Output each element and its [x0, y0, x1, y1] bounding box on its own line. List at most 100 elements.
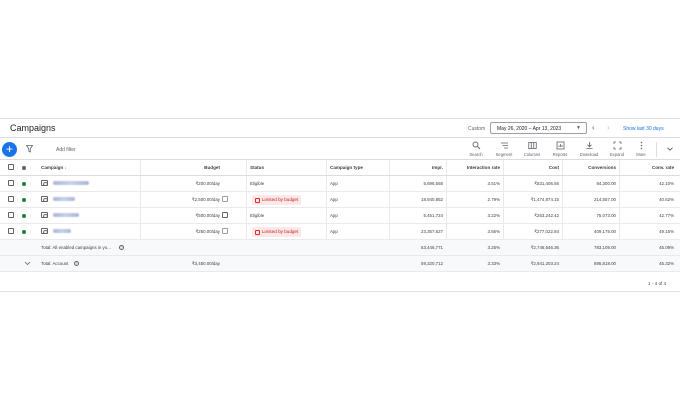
dropdown-caret-icon: ▼: [576, 125, 581, 131]
reports-tool-button[interactable]: Reports: [548, 141, 572, 159]
columns-tool-label: Columns: [523, 152, 541, 157]
add-filter-input[interactable]: Add filter: [56, 147, 76, 153]
total-impr-cell: 53,446,771: [421, 245, 443, 250]
reports-tool-label: Reports: [552, 152, 568, 157]
segment-icon: [500, 142, 508, 149]
column-header-status[interactable]: Status: [250, 165, 264, 170]
more-vert-icon: [640, 141, 642, 150]
table-row: ₹500.00/day Eligible App 5,451,724 3.22%…: [0, 208, 680, 224]
conversions-cell: 214,557.00: [594, 197, 616, 202]
download-tool-label: Download: [579, 152, 599, 157]
total-enabled-row: Total: All enabled campaigns in yo... ? …: [0, 240, 680, 256]
budget-chart-icon[interactable]: [222, 212, 228, 218]
reports-icon: [556, 141, 564, 150]
budget-chart-icon[interactable]: [222, 228, 228, 234]
select-all-checkbox[interactable]: [8, 164, 14, 170]
expand-chevron-icon[interactable]: [24, 261, 31, 268]
filter-icon[interactable]: [25, 145, 34, 155]
conv-rate-cell: 42.10%: [659, 181, 674, 186]
cost-cell: ₹277,022.84: [534, 229, 559, 234]
campaign-type-cell: App: [330, 213, 338, 218]
columns-icon: [527, 142, 537, 149]
row-checkbox[interactable]: [8, 180, 14, 186]
date-range-picker[interactable]: May 26, 2020 – Apr 13, 2023 ▼: [490, 122, 587, 134]
campaign-type-cell: App: [330, 229, 338, 234]
status-cell: Limited by budget: [262, 197, 299, 202]
more-tool-label: More: [636, 152, 646, 157]
limited-by-budget-chip[interactable]: Limited by budget: [252, 195, 302, 205]
table-row: ₹200.00/day Eligible App 5,696,568 3.51%…: [0, 176, 680, 192]
total-account-cost-cell: ₹2,941,203.24: [530, 261, 559, 266]
column-header-campaign-label: Campaign: [41, 165, 64, 170]
column-header-interaction-rate[interactable]: Interaction rate: [467, 165, 500, 170]
enabled-status-dot[interactable]: [22, 230, 26, 234]
interaction-rate-cell: 3.56%: [487, 229, 500, 234]
impr-cell: 23,357,627: [421, 229, 443, 234]
table-row: ₹250.00/day Limited by budget App 23,357…: [0, 224, 680, 240]
page-title: Campaigns: [10, 123, 56, 133]
column-header-impr[interactable]: Impr.: [432, 165, 443, 170]
budget-cell[interactable]: ₹500.00/day: [195, 213, 220, 219]
row-checkbox[interactable]: [8, 212, 14, 218]
date-range-value: May 26, 2020 – Apr 13, 2023: [497, 126, 562, 132]
limited-by-budget-chip[interactable]: Limited by budget: [252, 227, 302, 237]
column-header-conv-rate[interactable]: Conv. rate: [652, 165, 674, 170]
columns-tool-button[interactable]: Columns: [520, 141, 544, 159]
enabled-status-dot[interactable]: [22, 198, 26, 202]
campaign-name-redacted[interactable]: [53, 181, 89, 185]
total-enabled-label: Total: All enabled campaigns in yo...: [41, 245, 111, 250]
collapse-chevron-icon[interactable]: [666, 145, 674, 155]
cost-cell: ₹831,406.56: [534, 181, 559, 186]
total-account-conv-rate-cell: 45.32%: [659, 261, 674, 266]
conv-rate-cell: 42.77%: [659, 213, 674, 218]
expand-tool-button[interactable]: Expand: [605, 141, 629, 159]
table-header-row: Campaign ↓ Budget Status Campaign type I…: [0, 160, 680, 176]
next-period-button[interactable]: ›: [607, 123, 610, 132]
conversions-cell: 409,175.00: [594, 229, 616, 234]
download-icon: [586, 142, 592, 149]
budget-cell[interactable]: ₹250.00/day: [195, 229, 220, 235]
expand-tool-label: Expand: [609, 152, 625, 157]
app-campaign-icon: [41, 180, 48, 186]
column-header-cost[interactable]: Cost: [549, 165, 559, 170]
help-icon[interactable]: ?: [74, 261, 79, 266]
download-tool-button[interactable]: Download: [577, 141, 601, 159]
total-account-interaction-rate-cell: 3.33%: [487, 261, 500, 266]
previous-period-button[interactable]: ‹: [592, 123, 595, 132]
add-campaign-button[interactable]: +: [2, 142, 17, 157]
segment-tool-label: Segment: [495, 152, 513, 157]
page-header: Campaigns Custom May 26, 2020 – Apr 13, …: [0, 119, 680, 138]
show-last-30-days-link[interactable]: Show last 30 days: [623, 126, 664, 132]
more-tool-button[interactable]: More: [629, 141, 653, 159]
budget-warning-icon: [255, 197, 260, 203]
app-campaign-icon: [41, 228, 48, 234]
row-checkbox[interactable]: [8, 196, 14, 202]
column-header-campaign[interactable]: Campaign ↓: [41, 165, 67, 170]
budget-chart-icon[interactable]: [222, 196, 228, 202]
campaign-name-redacted[interactable]: [53, 213, 79, 217]
total-account-impr-cell: 59,320,712: [421, 261, 443, 266]
total-interaction-rate-cell: 3.25%: [487, 245, 500, 250]
interaction-rate-cell: 3.51%: [487, 181, 500, 186]
impr-cell: 18,940,852: [421, 197, 443, 202]
row-checkbox[interactable]: [8, 228, 14, 234]
column-header-campaign-type[interactable]: Campaign type: [330, 165, 363, 170]
total-account-conversions-cell: 895,818.00: [594, 261, 616, 266]
campaign-name-redacted[interactable]: [53, 197, 75, 201]
impr-cell: 5,451,724: [423, 213, 443, 218]
budget-cell[interactable]: ₹200.00/day: [195, 181, 220, 187]
cost-cell: ₹1,474,874.15: [530, 197, 559, 202]
conversions-cell: 84,300.00: [596, 181, 616, 186]
total-conversions-cell: 783,105.00: [594, 245, 616, 250]
status-cell: Eligible: [250, 181, 265, 186]
column-header-budget[interactable]: Budget: [204, 165, 220, 170]
enabled-status-dot[interactable]: [22, 214, 26, 218]
help-icon[interactable]: ?: [119, 245, 124, 250]
column-header-conversions[interactable]: Conversions: [588, 165, 616, 170]
budget-cell[interactable]: ₹2,500.00/day: [192, 197, 220, 203]
segment-tool-button[interactable]: Segment: [492, 141, 516, 159]
status-cell: Eligible: [250, 213, 265, 218]
campaign-name-redacted[interactable]: [53, 229, 71, 233]
search-tool-button[interactable]: Search: [464, 141, 488, 159]
enabled-status-dot[interactable]: [22, 182, 26, 186]
